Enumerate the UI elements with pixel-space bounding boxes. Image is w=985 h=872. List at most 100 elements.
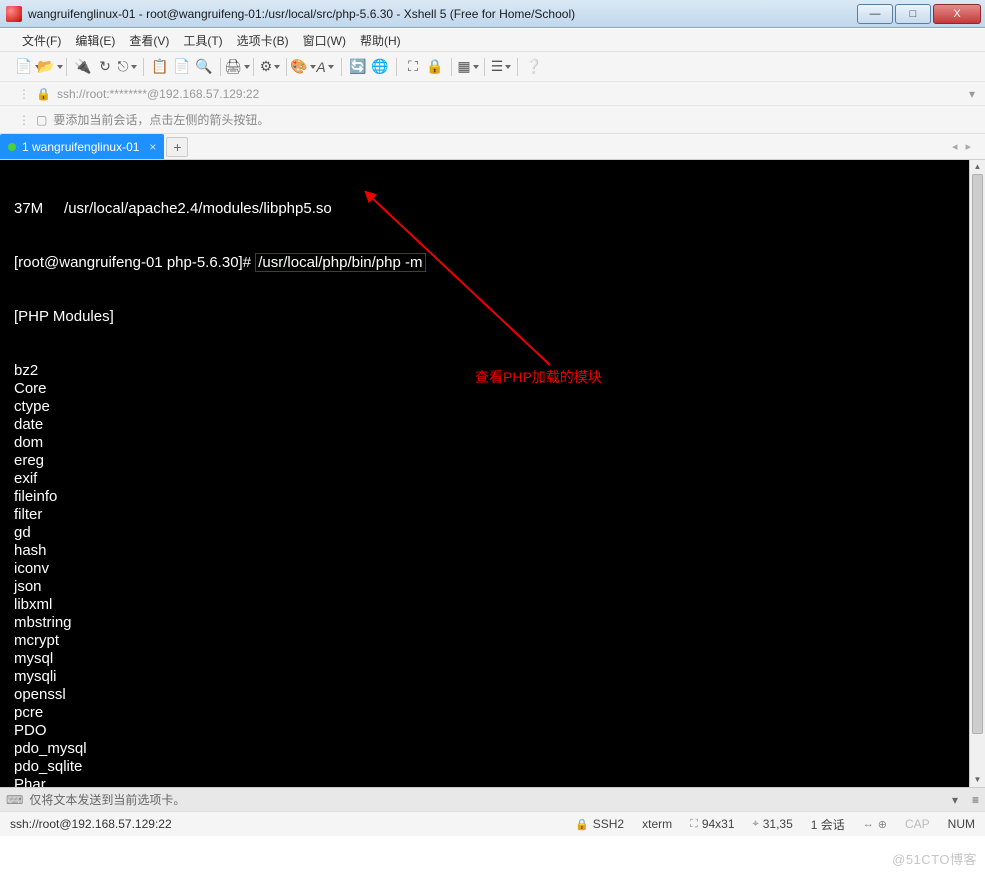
toolbar: 📄 📂 🔌 ↻ ⎋ 📋 📄 🔍 🖨 ⚙ 🎨 A 🔄 🌐 ⛶ 🔒 ▦ ☰ ❔ — [0, 52, 985, 82]
terminal-line: fileinfo — [0, 488, 985, 506]
terminal-line: date — [0, 416, 985, 434]
address-bar: ⋮ 🔒 ssh://root:********@192.168.57.129:2… — [0, 82, 985, 106]
watermark: @51CTO博客 — [892, 849, 977, 868]
fullscreen-icon[interactable]: ⛶ — [403, 57, 423, 77]
scroll-down-icon[interactable]: ▼ — [970, 773, 985, 787]
tab-nav: ◂ ▸ — [952, 140, 979, 153]
scroll-thumb[interactable] — [972, 174, 983, 734]
color-icon[interactable]: 🎨 — [293, 57, 313, 77]
menu-help[interactable]: 帮助(H) — [360, 32, 401, 49]
refresh-icon[interactable]: 🔄 — [348, 57, 368, 77]
status-ssh: 🔒SSH2 — [575, 817, 624, 831]
input-bar-text[interactable]: 仅将文本发送到当前选项卡。 — [29, 791, 185, 808]
terminal-line: PDO — [0, 722, 985, 740]
terminal-line: mysql — [0, 650, 985, 668]
menu-bar: 文件(F) 编辑(E) 查看(V) 工具(T) 选项卡(B) 窗口(W) 帮助(… — [0, 28, 985, 52]
menu-window[interactable]: 窗口(W) — [303, 32, 346, 49]
status-cursor: ⌖31,35 — [753, 817, 793, 831]
new-session-icon[interactable]: 📄 — [18, 57, 38, 77]
terminal-line: mysqli — [0, 668, 985, 686]
separator — [286, 58, 287, 76]
app-icon — [6, 6, 22, 22]
tab-bar: 1 wangruifenglinux-01 × + ◂ ▸ — [0, 134, 985, 160]
status-sep: ↔⊕ — [863, 818, 887, 831]
status-size: ⛶94x31 — [690, 817, 734, 831]
terminal-line: [PHP Modules] — [0, 308, 985, 326]
dots-icon: ⋮ — [18, 87, 30, 101]
globe-icon[interactable]: 🌐 — [370, 57, 390, 77]
terminal-line: filter — [0, 506, 985, 524]
terminal-line: mbstring — [0, 614, 985, 632]
terminal-line: Phar — [0, 776, 985, 787]
size-icon: ⛶ — [690, 818, 698, 831]
properties-icon[interactable]: ⚙ — [260, 57, 280, 77]
open-icon[interactable]: 📂 — [40, 57, 60, 77]
tab-close-icon[interactable]: × — [149, 140, 156, 154]
find-icon[interactable]: 🔍 — [194, 57, 214, 77]
terminal-line: hash — [0, 542, 985, 560]
status-dot-icon — [8, 143, 16, 151]
menu-view[interactable]: 查看(V) — [129, 32, 169, 49]
status-cap: CAP — [905, 817, 930, 831]
layout-icon[interactable]: ▦ — [458, 57, 478, 77]
paste-icon[interactable]: 📄 — [172, 57, 192, 77]
status-bar: ssh://root@192.168.57.129:22 🔒SSH2 xterm… — [0, 811, 985, 836]
copy-icon[interactable]: 📋 — [150, 57, 170, 77]
menu-tabs[interactable]: 选项卡(B) — [237, 32, 289, 49]
tab-next-icon[interactable]: ▸ — [965, 140, 971, 153]
lock-icon: 🔒 — [575, 818, 589, 831]
terminal-line-prompt: [root@wangruifeng-01 php-5.6.30]# /usr/l… — [0, 254, 985, 272]
terminal-line: dom — [0, 434, 985, 452]
close-button[interactable]: X — [933, 4, 981, 24]
window-title: wangruifenglinux-01 - root@wangruifeng-0… — [28, 7, 855, 21]
terminal-line: exif — [0, 470, 985, 488]
session-tab[interactable]: 1 wangruifenglinux-01 × — [0, 134, 164, 159]
terminal-line: mcrypt — [0, 632, 985, 650]
menu-file[interactable]: 文件(F) — [22, 32, 61, 49]
annotation-arrow-icon — [360, 190, 620, 390]
terminal[interactable]: 37M /usr/local/apache2.4/modules/libphp5… — [0, 160, 985, 787]
terminal-scrollbar[interactable]: ▲ ▼ — [969, 160, 985, 787]
window-titlebar: wangruifenglinux-01 - root@wangruifeng-0… — [0, 0, 985, 28]
separator — [396, 58, 397, 76]
disconnect-icon[interactable]: ⎋ — [117, 57, 137, 77]
terminal-line: libxml — [0, 596, 985, 614]
tab-prev-icon[interactable]: ◂ — [952, 140, 958, 153]
separator — [517, 58, 518, 76]
connect-icon[interactable]: 🔌 — [73, 57, 93, 77]
keyboard-icon: ⌨ — [6, 793, 23, 807]
annotation-text: 查看PHP加载的模块 — [475, 368, 602, 386]
lock-icon[interactable]: 🔒 — [425, 57, 445, 77]
terminal-line: pcre — [0, 704, 985, 722]
status-sessions: 1 会话 — [811, 816, 845, 833]
list-icon[interactable]: ☰ — [491, 57, 511, 77]
minimize-button[interactable]: — — [857, 4, 893, 24]
reconnect-icon[interactable]: ↻ — [95, 57, 115, 77]
menu-edit[interactable]: 编辑(E) — [75, 32, 115, 49]
cursor-icon: ⌖ — [753, 818, 759, 831]
terminal-line: pdo_sqlite — [0, 758, 985, 776]
terminal-line: json — [0, 578, 985, 596]
input-menu-icon[interactable]: ≡ — [972, 793, 979, 807]
help-icon[interactable]: ❔ — [524, 57, 544, 77]
terminal-line: gd — [0, 524, 985, 542]
new-tab-button[interactable]: + — [166, 137, 188, 157]
hint-text: 要添加当前会话，点击左侧的箭头按钮。 — [53, 111, 269, 128]
lock-small-icon: 🔒 — [36, 87, 51, 101]
address-text[interactable]: ssh://root:********@192.168.57.129:22 — [57, 87, 963, 101]
dropdown-icon[interactable]: ▾ — [969, 87, 975, 101]
hint-icon[interactable]: ▢ — [36, 113, 47, 127]
tab-label: 1 wangruifenglinux-01 — [22, 140, 139, 154]
menu-tools[interactable]: 工具(T) — [183, 32, 222, 49]
separator — [220, 58, 221, 76]
terminal-line: pdo_mysql — [0, 740, 985, 758]
print-icon[interactable]: 🖨 — [227, 57, 247, 77]
highlighted-command: /usr/local/php/bin/php -m — [255, 253, 425, 272]
maximize-button[interactable]: □ — [895, 4, 931, 24]
separator — [341, 58, 342, 76]
input-dropdown-icon[interactable]: ▾ — [952, 793, 958, 807]
scroll-up-icon[interactable]: ▲ — [970, 160, 985, 174]
font-icon[interactable]: A — [315, 57, 335, 77]
terminal-line: openssl — [0, 686, 985, 704]
window-controls: — □ X — [855, 4, 981, 24]
